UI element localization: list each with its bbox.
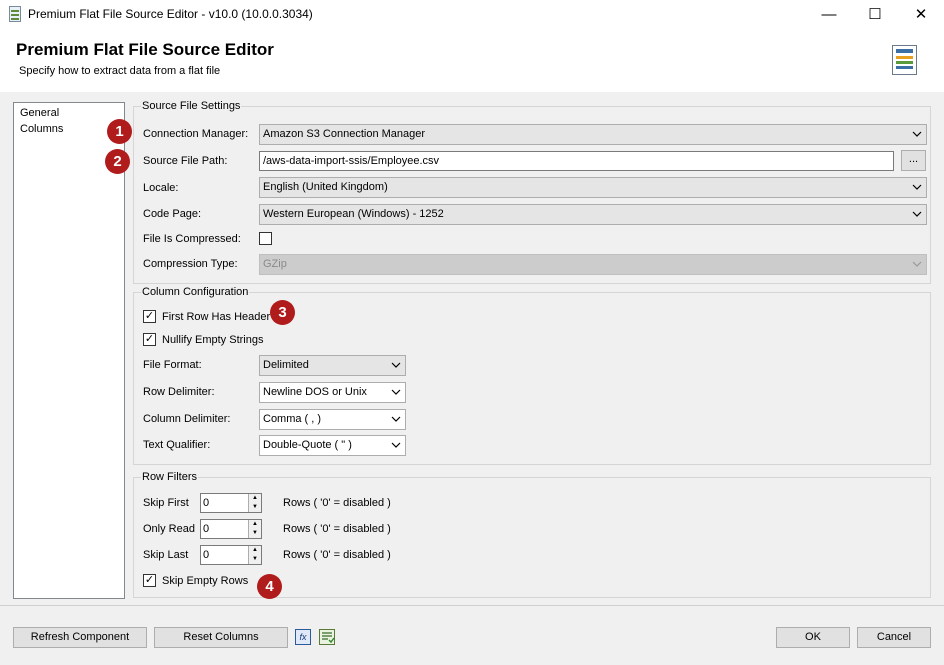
- row-delimiter-label: Row Delimiter:: [143, 386, 215, 398]
- first-row-has-header-label: First Row Has Header: [162, 311, 271, 323]
- code-page-label: Code Page:: [143, 208, 202, 220]
- file-is-compressed-label: File Is Compressed:: [143, 233, 241, 245]
- maximize-button[interactable]: ☐: [852, 0, 898, 28]
- skip-first-label: Skip First: [143, 497, 189, 509]
- locale-value: English (United Kingdom): [263, 181, 388, 193]
- text-qualifier-value: Double-Quote ( " ): [263, 439, 352, 451]
- spin-up-icon[interactable]: ▲: [248, 546, 261, 555]
- locale-select[interactable]: English (United Kingdom): [259, 177, 927, 198]
- column-delimiter-label: Column Delimiter:: [143, 413, 231, 425]
- ok-button[interactable]: OK: [776, 627, 850, 648]
- nav-item-general[interactable]: General: [20, 107, 59, 119]
- skip-first-input[interactable]: 0 ▲ ▼: [200, 493, 262, 513]
- skip-empty-rows-label: Skip Empty Rows: [162, 575, 249, 587]
- spin-down-icon[interactable]: ▼: [248, 503, 261, 512]
- file-format-value: Delimited: [263, 359, 309, 371]
- text-qualifier-label: Text Qualifier:: [143, 439, 211, 451]
- nullify-empty-strings-label: Nullify Empty Strings: [162, 334, 264, 346]
- annotation-badge-4: 4: [257, 574, 282, 599]
- chevron-down-icon: [390, 412, 402, 426]
- spin-down-icon[interactable]: ▼: [248, 529, 261, 538]
- nullify-empty-strings-checkbox[interactable]: ✓: [143, 333, 156, 346]
- source-file-path-label: Source File Path:: [143, 155, 228, 167]
- row-delimiter-value: Newline DOS or Unix: [263, 386, 367, 398]
- expression-icon[interactable]: fx: [295, 629, 311, 645]
- close-button[interactable]: ✕: [898, 0, 944, 28]
- text-qualifier-select[interactable]: Double-Quote ( " ): [259, 435, 406, 456]
- compression-type-label: Compression Type:: [143, 258, 238, 270]
- row-delimiter-select[interactable]: Newline DOS or Unix: [259, 382, 406, 403]
- window-title: Premium Flat File Source Editor - v10.0 …: [28, 7, 313, 21]
- chevron-down-icon: [911, 207, 923, 221]
- connection-manager-value: Amazon S3 Connection Manager: [263, 128, 426, 140]
- source-file-settings-title: Source File Settings: [141, 100, 242, 112]
- locale-label: Locale:: [143, 182, 179, 194]
- variables-icon[interactable]: [319, 629, 335, 645]
- column-delimiter-value: Comma ( , ): [263, 413, 322, 425]
- refresh-component-button[interactable]: Refresh Component: [13, 627, 147, 648]
- title-bar: Premium Flat File Source Editor - v10.0 …: [0, 0, 944, 28]
- connection-manager-select[interactable]: Amazon S3 Connection Manager: [259, 124, 927, 145]
- cancel-button[interactable]: Cancel: [857, 627, 931, 648]
- footer-divider: [0, 605, 944, 606]
- compression-type-value: GZip: [263, 258, 287, 270]
- skip-empty-rows-checkbox[interactable]: ✓: [143, 574, 156, 587]
- skip-last-input[interactable]: 0 ▲ ▼: [200, 545, 262, 565]
- file-format-select[interactable]: Delimited: [259, 355, 406, 376]
- chevron-down-icon: [911, 257, 923, 271]
- spin-up-icon[interactable]: ▲: [248, 494, 261, 503]
- chevron-down-icon: [390, 358, 402, 372]
- only-read-value: 0: [203, 523, 210, 535]
- code-page-value: Western European (Windows) - 1252: [263, 208, 444, 220]
- source-file-path-input[interactable]: /aws-data-import-ssis/Employee.csv: [259, 151, 894, 171]
- only-read-input[interactable]: 0 ▲ ▼: [200, 519, 262, 539]
- skip-last-value: 0: [203, 549, 210, 561]
- file-format-label: File Format:: [143, 359, 202, 371]
- only-read-hint: Rows ( '0' = disabled ): [283, 523, 391, 535]
- minimize-button[interactable]: —: [806, 0, 852, 28]
- checkmark-icon: ✓: [144, 310, 155, 322]
- skip-last-label: Skip Last: [143, 549, 189, 561]
- page-subtitle: Specify how to extract data from a flat …: [19, 65, 221, 77]
- checkmark-icon: ✓: [144, 574, 155, 586]
- row-filters-title: Row Filters: [141, 471, 199, 483]
- app-icon: [9, 6, 21, 22]
- chevron-down-icon: [390, 438, 402, 452]
- editor-header: Premium Flat File Source Editor Specify …: [0, 28, 944, 92]
- chevron-down-icon: [911, 127, 923, 141]
- chevron-down-icon: [390, 385, 402, 399]
- browse-button[interactable]: ...: [901, 150, 926, 171]
- code-page-select[interactable]: Western European (Windows) - 1252: [259, 204, 927, 225]
- spin-down-icon[interactable]: ▼: [248, 555, 261, 564]
- first-row-has-header-checkbox[interactable]: ✓: [143, 310, 156, 323]
- spin-up-icon[interactable]: ▲: [248, 520, 261, 529]
- annotation-badge-2: 2: [105, 149, 130, 174]
- chevron-down-icon: [911, 180, 923, 194]
- annotation-badge-1: 1: [107, 119, 132, 144]
- nav-item-columns[interactable]: Columns: [20, 123, 63, 135]
- only-read-label: Only Read: [143, 523, 195, 535]
- skip-first-value: 0: [203, 497, 210, 509]
- connection-manager-label: Connection Manager:: [143, 128, 249, 140]
- column-delimiter-select[interactable]: Comma ( , ): [259, 409, 406, 430]
- skip-last-hint: Rows ( '0' = disabled ): [283, 549, 391, 561]
- page-title: Premium Flat File Source Editor: [16, 40, 274, 59]
- column-configuration-title: Column Configuration: [141, 286, 250, 298]
- checkmark-icon: ✓: [144, 333, 155, 345]
- nav-list: General Columns: [13, 102, 125, 599]
- reset-columns-button[interactable]: Reset Columns: [154, 627, 288, 648]
- file-is-compressed-checkbox[interactable]: [259, 232, 272, 245]
- skip-first-hint: Rows ( '0' = disabled ): [283, 497, 391, 509]
- editor-logo-icon: [892, 45, 917, 75]
- compression-type-select: GZip: [259, 254, 927, 275]
- annotation-badge-3: 3: [270, 300, 295, 325]
